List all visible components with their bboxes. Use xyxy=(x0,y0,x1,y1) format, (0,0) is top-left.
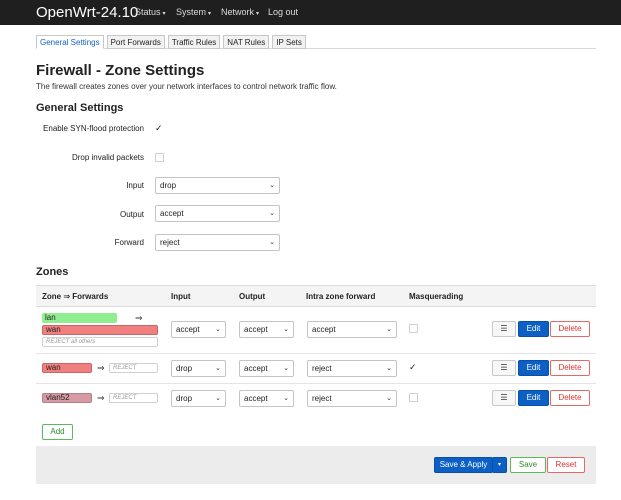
chevron-down-icon: ⌄ xyxy=(386,395,392,402)
tab-nat-rules[interactable]: NAT Rules xyxy=(223,35,270,49)
edit-button[interactable]: Edit xyxy=(518,390,549,406)
col-intra-zone-forward: Intra zone forward xyxy=(306,292,376,301)
checkmark-icon: ✓ xyxy=(155,123,163,133)
forward-note: REJECT all others xyxy=(42,337,158,347)
arrow-icon: ⇒ xyxy=(135,313,143,323)
drop-invalid-label: Drop invalid packets xyxy=(71,153,144,162)
chevron-down-icon: ▾ xyxy=(208,11,212,17)
zone-input-select[interactable]: drop ⌄ xyxy=(171,390,226,407)
row-divider xyxy=(36,383,596,384)
add-zone-button[interactable]: Add xyxy=(42,424,73,440)
chevron-down-icon: ⌄ xyxy=(269,182,275,189)
zone-badge-wan: wan xyxy=(42,363,92,373)
chevron-down-icon: ⌄ xyxy=(283,395,289,402)
input-policy-select[interactable]: drop ⌄ xyxy=(155,177,280,194)
delete-button[interactable]: Delete xyxy=(550,321,590,337)
forward-placeholder[interactable]: REJECT xyxy=(109,363,158,373)
zone-input-select[interactable]: drop ⌄ xyxy=(171,360,226,377)
output-policy-label: Output xyxy=(119,210,144,219)
arrow-icon: ⇒ xyxy=(97,363,105,373)
zone-output-select[interactable]: accept ⌄ xyxy=(239,360,294,377)
tab-port-forwards[interactable]: Port Forwards xyxy=(106,35,165,49)
syn-flood-checkbox[interactable]: ✓ xyxy=(155,124,164,133)
menu-status[interactable]: Status ▾ xyxy=(135,7,166,17)
masquerading-checkbox[interactable] xyxy=(409,393,418,402)
row-menu-button[interactable]: ☰ xyxy=(492,360,516,376)
forward-target-wan: wan xyxy=(42,325,158,335)
page-description: The firewall creates zones over your net… xyxy=(36,82,337,91)
page-title: Firewall - Zone Settings xyxy=(36,62,205,79)
output-policy-select[interactable]: accept ⌄ xyxy=(155,205,280,222)
chevron-down-icon: ⌄ xyxy=(283,365,289,372)
chevron-down-icon: ⌄ xyxy=(215,395,221,402)
masquerading-checkbox[interactable] xyxy=(409,324,418,333)
chevron-down-icon: ⌄ xyxy=(283,326,289,333)
zone-badge-vlan52: vlan52 xyxy=(42,393,92,403)
chevron-down-icon: ⌄ xyxy=(269,210,275,217)
menu-network[interactable]: Network ▾ xyxy=(221,7,259,17)
zones-table-header: Zone ⇒ Forwards Input Output Intra zone … xyxy=(36,285,596,307)
delete-button[interactable]: Delete xyxy=(550,360,590,376)
reset-button[interactable]: Reset xyxy=(547,457,585,473)
footer-action-bar: Save & Apply ▾ Save Reset xyxy=(36,446,596,484)
col-zone-forwards: Zone ⇒ Forwards xyxy=(42,292,109,301)
zone-intra-select[interactable]: accept ⌄ xyxy=(307,321,397,338)
chevron-down-icon: ⌄ xyxy=(215,365,221,372)
input-policy-label: Input xyxy=(126,181,144,190)
zone-input-select[interactable]: accept ⌄ xyxy=(171,321,226,338)
row-menu-button[interactable]: ☰ xyxy=(492,390,516,406)
save-apply-button[interactable]: Save & Apply xyxy=(434,457,493,473)
checkmark-icon: ✓ xyxy=(409,362,417,372)
section-general-settings: General Settings xyxy=(36,102,124,114)
chevron-down-icon: ▾ xyxy=(256,11,260,17)
chevron-down-icon: ⌄ xyxy=(386,326,392,333)
chevron-down-icon: ⌄ xyxy=(386,365,392,372)
delete-button[interactable]: Delete xyxy=(550,390,590,406)
tab-general-settings[interactable]: General Settings xyxy=(36,35,104,49)
zone-output-select[interactable]: accept ⌄ xyxy=(239,390,294,407)
menu-logout[interactable]: Log out xyxy=(268,7,298,17)
tab-bar: General Settings Port Forwards Traffic R… xyxy=(36,35,309,49)
drop-invalid-checkbox[interactable] xyxy=(155,153,164,162)
chevron-down-icon: ⌄ xyxy=(215,326,221,333)
save-apply-dropdown-button[interactable]: ▾ xyxy=(492,457,507,473)
menu-system[interactable]: System ▾ xyxy=(176,7,211,17)
syn-flood-label: Enable SYN-flood protection xyxy=(43,124,144,133)
forward-policy-label: Forward xyxy=(114,238,144,247)
col-output: Output xyxy=(239,292,266,301)
col-masquerading: Masquerading xyxy=(409,292,464,301)
tab-ip-sets[interactable]: IP Sets xyxy=(272,35,306,49)
tab-traffic-rules[interactable]: Traffic Rules xyxy=(167,35,221,49)
chevron-down-icon: ⌄ xyxy=(269,239,275,246)
forward-placeholder[interactable]: REJECT xyxy=(109,393,158,403)
section-zones: Zones xyxy=(36,266,69,278)
edit-button[interactable]: Edit xyxy=(518,360,549,376)
edit-button[interactable]: Edit xyxy=(518,321,549,337)
forward-policy-select[interactable]: reject ⌄ xyxy=(155,234,280,251)
brand-title[interactable]: OpenWrt-24.10 xyxy=(36,4,138,21)
arrow-icon: ⇒ xyxy=(97,393,105,403)
masquerading-checkbox[interactable]: ✓ xyxy=(409,363,418,372)
top-nav-bar: OpenWrt-24.10 Status ▾ System ▾ Network ▾ L… xyxy=(0,0,621,25)
row-menu-button[interactable]: ☰ xyxy=(492,321,516,337)
save-button[interactable]: Save xyxy=(510,457,546,473)
zone-intra-select[interactable]: reject ⌄ xyxy=(307,360,397,377)
chevron-down-icon: ▾ xyxy=(162,11,166,17)
row-divider xyxy=(36,353,596,354)
zone-badge-lan: lan xyxy=(42,313,117,323)
col-input: Input xyxy=(171,292,191,301)
zone-output-select[interactable]: accept ⌄ xyxy=(239,321,294,338)
zone-intra-select[interactable]: reject ⌄ xyxy=(307,390,397,407)
